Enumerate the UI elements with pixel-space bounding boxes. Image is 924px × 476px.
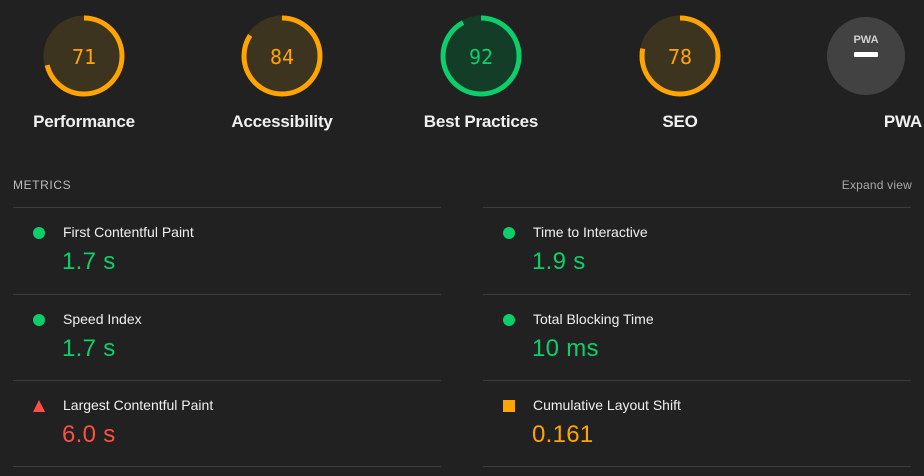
- performance-label: Performance: [33, 112, 135, 131]
- seo-gauge-ring: 78: [639, 15, 721, 97]
- metric-title: Total Blocking Time: [533, 311, 654, 327]
- metrics-title: METRICS: [13, 178, 72, 192]
- seo-label: SEO: [662, 112, 698, 131]
- pwa-dash-icon: [854, 52, 878, 57]
- green-circle-icon: [503, 227, 515, 239]
- metric-title: Speed Index: [63, 311, 142, 327]
- green-circle-icon: [33, 227, 45, 239]
- performance-score: 71: [72, 45, 96, 69]
- metric-title: First Contentful Paint: [63, 224, 194, 240]
- seo-score: 78: [668, 45, 692, 69]
- divider: [483, 466, 911, 467]
- metric-total-blocking-time: Total Blocking Time 10 ms: [483, 294, 911, 381]
- best-practices-gauge-ring: 92: [440, 15, 522, 97]
- metric-value: 1.7 s: [62, 335, 116, 362]
- metric-time-to-interactive: Time to Interactive 1.9 s: [483, 207, 911, 294]
- metric-title: Cumulative Layout Shift: [533, 397, 681, 413]
- pwa-badge: PWA: [827, 17, 905, 95]
- gauge-accessibility[interactable]: 84 Accessibility: [207, 14, 357, 132]
- divider: [13, 466, 441, 467]
- metric-value: 10 ms: [532, 335, 599, 362]
- red-triangle-icon: [33, 400, 45, 412]
- green-circle-icon: [503, 314, 515, 326]
- accessibility-score: 84: [270, 45, 294, 69]
- accessibility-gauge-ring: 84: [241, 15, 323, 97]
- metric-cumulative-layout-shift: Cumulative Layout Shift 0.161: [483, 380, 911, 467]
- pwa-badge-text: PWA: [853, 34, 878, 46]
- metric-speed-index: Speed Index 1.7 s: [13, 294, 441, 381]
- gauge-seo[interactable]: 78 SEO: [605, 14, 755, 132]
- metrics-header: METRICS Expand view: [13, 176, 912, 196]
- pwa-label: PWA: [883, 112, 922, 131]
- gauge-pwa[interactable]: PWA PWA: [782, 14, 922, 132]
- gauge-performance[interactable]: 71 Performance: [9, 14, 159, 132]
- metric-value: 0.161: [532, 421, 594, 448]
- best-practices-label: Best Practices: [423, 112, 539, 131]
- metric-title: Largest Contentful Paint: [63, 397, 214, 413]
- green-circle-icon: [33, 314, 45, 326]
- metric-largest-contentful-paint: Largest Contentful Paint 6.0 s: [13, 380, 441, 467]
- best-practices-score: 92: [469, 45, 493, 69]
- metric-value: 1.9 s: [532, 248, 586, 275]
- metric-value: 6.0 s: [62, 421, 116, 448]
- metric-value: 1.7 s: [62, 248, 116, 275]
- category-gauges: 71 Performance 84 Accessibility 92 Best …: [0, 0, 924, 160]
- orange-square-icon: [503, 400, 515, 412]
- gauge-best-practices[interactable]: 92 Best Practices: [406, 14, 556, 132]
- metric-first-contentful-paint: First Contentful Paint 1.7 s: [13, 207, 441, 294]
- metric-title: Time to Interactive: [533, 224, 648, 240]
- expand-view-button[interactable]: Expand view: [842, 178, 912, 192]
- accessibility-label: Accessibility: [231, 112, 333, 131]
- lighthouse-report: 71 Performance 84 Accessibility 92 Best …: [0, 0, 924, 476]
- performance-gauge-ring: 71: [43, 15, 125, 97]
